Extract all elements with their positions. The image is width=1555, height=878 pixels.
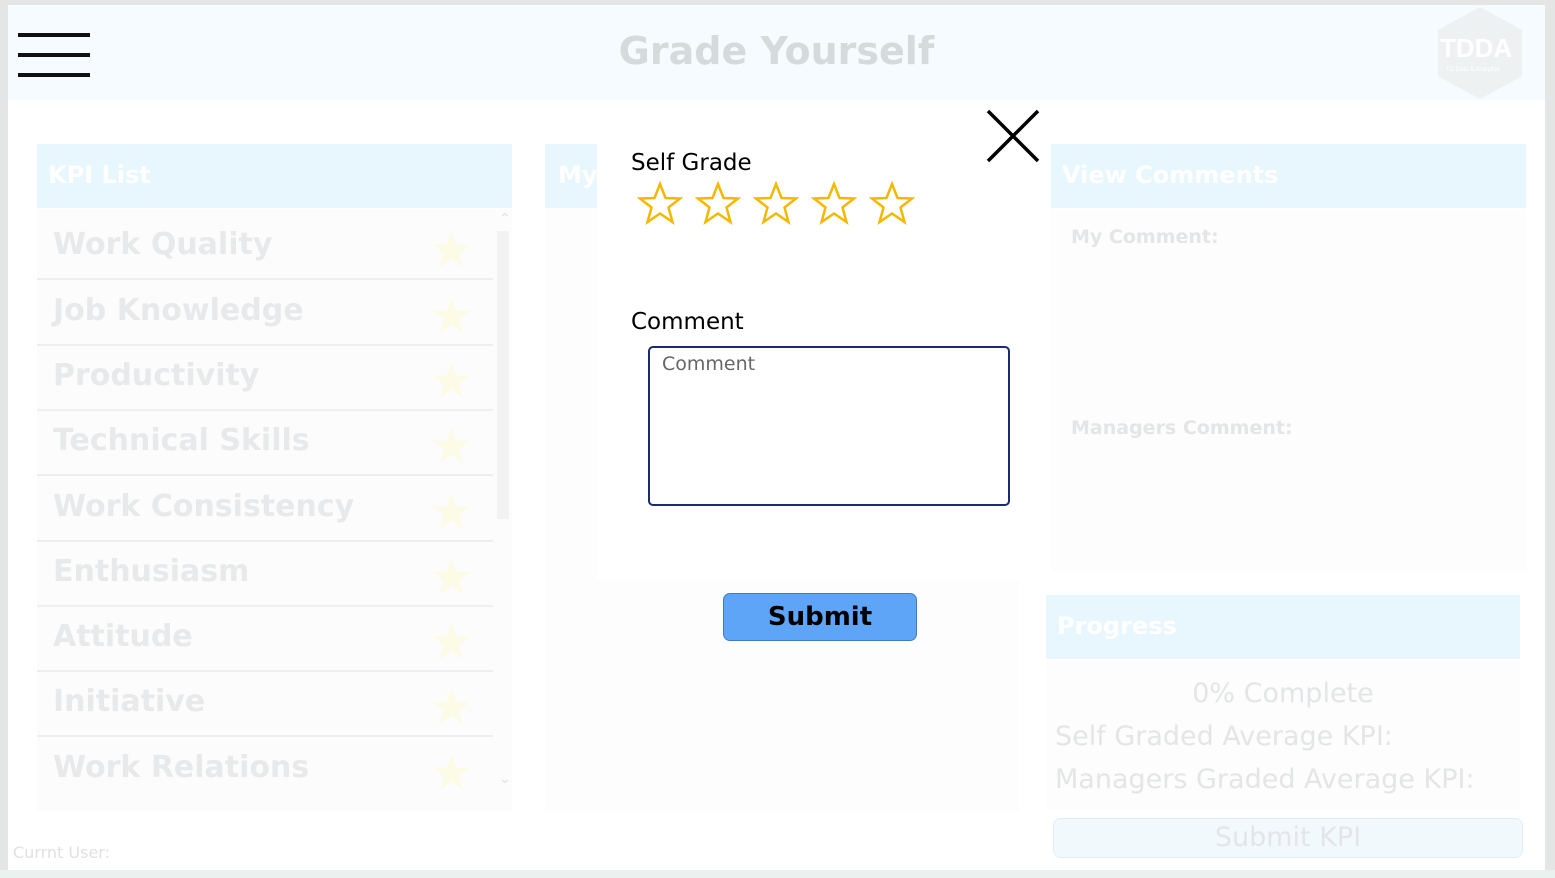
- current-user-label: Currnt User:: [13, 843, 110, 862]
- scroll-up-icon[interactable]: ⌃: [499, 211, 511, 227]
- kpi-item[interactable]: Work Consistency ★: [37, 477, 493, 542]
- star-icon: ★: [429, 548, 474, 606]
- scroll-down-icon[interactable]: ⌄: [499, 771, 511, 787]
- star-icon: ★: [429, 613, 474, 671]
- star-icon: ★: [429, 287, 474, 345]
- header-bar: Grade Yourself TDDA TD Data & Analytics: [8, 5, 1545, 100]
- view-comments-header: View Comments: [1051, 144, 1526, 208]
- my-comment-label: My Comment:: [1071, 226, 1219, 248]
- kpi-item[interactable]: Job Knowledge ★: [37, 281, 493, 346]
- svg-text:TDDA: TDDA: [1440, 33, 1512, 63]
- kpi-item-label: Work Consistency: [53, 489, 355, 524]
- kpi-item-label: Job Knowledge: [53, 293, 304, 328]
- star-rating[interactable]: [637, 181, 927, 229]
- star-icon: ★: [429, 483, 474, 541]
- star-icon[interactable]: [637, 181, 683, 227]
- tdda-logo: TDDA TD Data & Analytics: [1432, 5, 1528, 101]
- scrollbar-thumb[interactable]: [497, 231, 509, 519]
- kpi-item[interactable]: Enthusiasm ★: [37, 542, 493, 607]
- kpi-item-label: Productivity: [53, 358, 260, 393]
- progress-header: Progress: [1046, 595, 1520, 659]
- star-icon: ★: [429, 678, 474, 736]
- kpi-list: Work Quality ★ Job Knowledge ★ Productiv…: [37, 209, 512, 811]
- self-grade-label: Self Grade: [631, 150, 752, 176]
- submit-button[interactable]: Submit: [723, 593, 917, 641]
- star-icon[interactable]: [753, 181, 799, 227]
- kpi-item[interactable]: Work Quality ★: [37, 215, 493, 280]
- kpi-item[interactable]: Initiative ★: [37, 672, 493, 737]
- page-title: Grade Yourself: [618, 29, 935, 73]
- star-icon: ★: [429, 352, 474, 410]
- kpi-item-label: Attitude: [53, 619, 193, 654]
- self-average-label: Self Graded Average KPI:: [1055, 721, 1393, 752]
- star-icon[interactable]: [811, 181, 857, 227]
- kpi-item-label: Technical Skills: [53, 423, 310, 458]
- star-icon: ★: [429, 744, 474, 802]
- kpi-item[interactable]: Technical Skills ★: [37, 411, 493, 476]
- progress-complete-text: 0% Complete: [1192, 678, 1374, 709]
- kpi-item-label: Work Quality: [53, 227, 273, 262]
- managers-comment-label: Managers Comment:: [1071, 417, 1293, 439]
- kpi-list-header: KPI List: [37, 144, 512, 208]
- manager-average-label: Managers Graded Average KPI:: [1055, 764, 1475, 795]
- comment-label: Comment: [631, 309, 744, 335]
- submit-kpi-button[interactable]: Submit KPI: [1053, 818, 1523, 858]
- svg-text:TD Data & Analytics: TD Data & Analytics: [1446, 67, 1499, 73]
- kpi-item-label: Enthusiasm: [53, 554, 250, 589]
- comments-body: My Comment: Managers Comment:: [1051, 209, 1526, 571]
- kpi-item-label: Work Relations: [53, 750, 310, 785]
- kpi-item[interactable]: Productivity ★: [37, 346, 493, 411]
- close-icon[interactable]: [984, 107, 1042, 165]
- kpi-item[interactable]: Attitude ★: [37, 607, 493, 672]
- kpi-item-label: Initiative: [53, 684, 206, 719]
- star-icon[interactable]: [695, 181, 741, 227]
- kpi-item[interactable]: Work Relations ★: [37, 738, 493, 803]
- progress-body: 0% Complete Self Graded Average KPI: Man…: [1046, 660, 1520, 810]
- star-icon[interactable]: [869, 181, 915, 227]
- bottom-strip: [0, 870, 1555, 878]
- star-icon: ★: [429, 417, 474, 475]
- star-icon: ★: [429, 221, 474, 279]
- comment-input[interactable]: [648, 346, 1010, 506]
